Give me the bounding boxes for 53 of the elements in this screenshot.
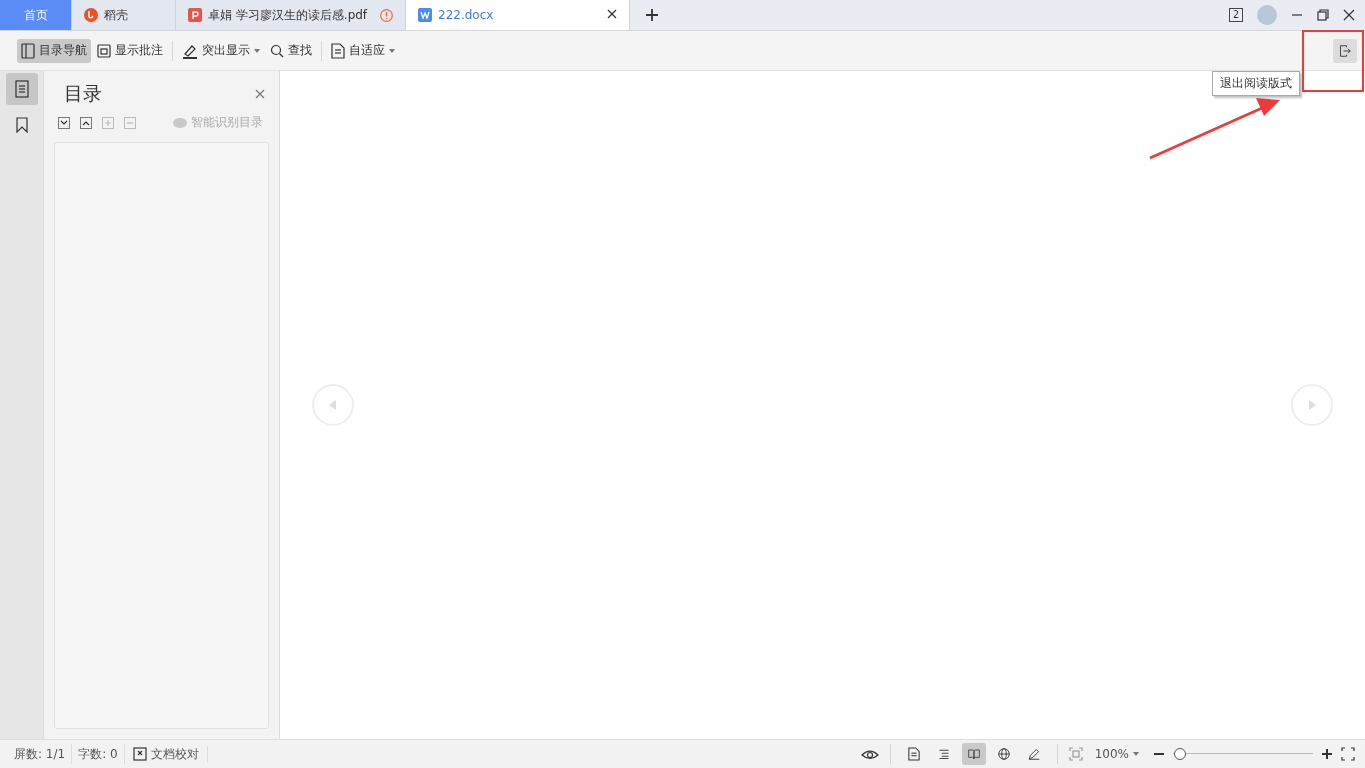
close-icon <box>255 89 265 99</box>
view-mode-button[interactable] <box>961 743 986 765</box>
screen-count: 屏数: 1/1 <box>8 744 73 764</box>
toolbar-button[interactable]: 突出显示 <box>178 38 264 63</box>
toolbar-button[interactable]: 目录导航 <box>17 38 91 63</box>
bookmark-icon <box>15 117 28 133</box>
pdf-icon <box>188 8 202 22</box>
sidebar-icon <box>21 42 35 59</box>
eye-icon <box>860 747 879 761</box>
zoom-slider[interactable] <box>1173 748 1313 760</box>
close-icon <box>1343 9 1355 21</box>
panel-title: 目录 <box>64 81 102 106</box>
proofread-icon <box>132 747 147 761</box>
zoom-dropdown[interactable]: 100% <box>1088 746 1145 762</box>
plus-icon <box>646 9 658 21</box>
globe-icon <box>997 746 1010 762</box>
proofread-button[interactable]: 文档校对 <box>124 745 208 763</box>
flame-icon <box>84 8 98 22</box>
window-count-badge[interactable]: 2 <box>1228 8 1243 22</box>
chevron-up-icon <box>82 119 90 126</box>
search-icon <box>270 43 284 58</box>
book-icon <box>967 746 980 762</box>
toolbar-button[interactable]: 查找 <box>266 38 316 63</box>
slider-thumb[interactable] <box>1174 748 1186 760</box>
collapse-button[interactable] <box>80 116 92 129</box>
highlight-box <box>1302 30 1364 92</box>
tab[interactable]: 稻壳 <box>72 0 176 30</box>
pencil-icon <box>1027 746 1040 762</box>
exit-reading-button[interactable] <box>1333 38 1357 63</box>
expand-button[interactable] <box>58 116 70 129</box>
plus-icon <box>104 118 112 127</box>
toolbar-button[interactable]: 自适应 <box>327 38 399 63</box>
tooltip: 退出阅读版式 <box>1212 71 1300 96</box>
caret-icon <box>1133 752 1139 756</box>
document-icon <box>907 746 920 762</box>
restore-icon <box>1317 9 1329 21</box>
right-triangle-icon <box>1308 400 1316 410</box>
sidebar-tab[interactable] <box>5 73 38 105</box>
word-count: 字数: 0 <box>72 744 125 764</box>
tab[interactable]: 222.docx <box>406 0 630 30</box>
zoom-in-button[interactable] <box>1319 746 1335 762</box>
fullscreen-icon <box>1341 747 1355 761</box>
chevron-down-icon <box>60 119 68 126</box>
close-icon <box>607 9 617 19</box>
fit-page-icon <box>1068 747 1083 761</box>
exit-icon <box>1339 42 1351 59</box>
tab[interactable]: 卓娟 学习廖汉生的读后感.pdf <box>176 0 406 30</box>
document-icon <box>331 42 345 59</box>
toolbar-button[interactable]: 显示批注 <box>93 38 167 63</box>
left-triangle-icon <box>329 400 337 410</box>
document-icon <box>13 80 30 98</box>
plus-icon <box>1321 748 1333 760</box>
word-icon <box>418 8 432 22</box>
